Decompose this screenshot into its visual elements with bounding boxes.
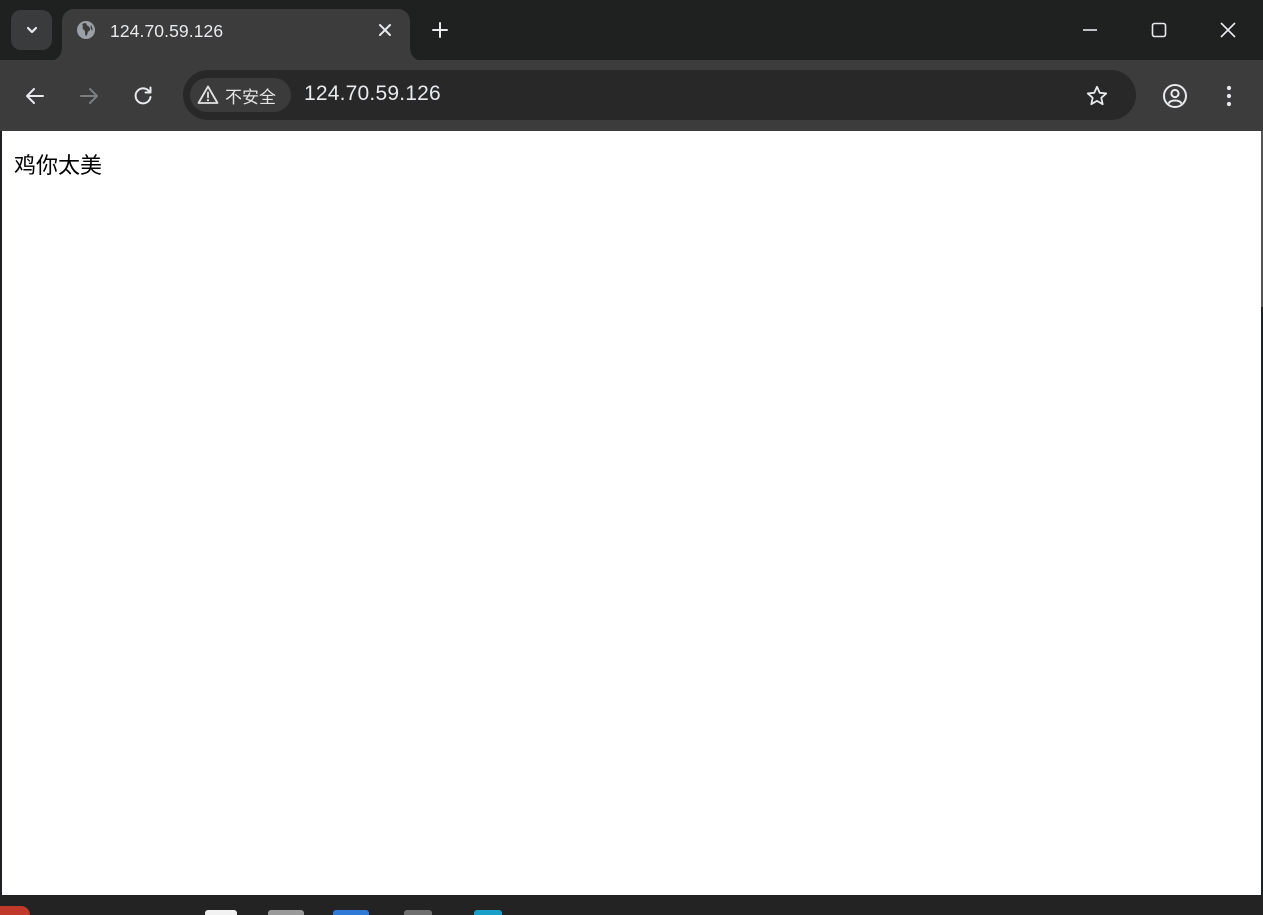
browser-window: 124.70.59.126 不安全 124.70.59.126 鸡你太美 xyxy=(0,0,1263,896)
page-body-text: 鸡你太美 xyxy=(14,154,103,179)
toolbar: 不安全 124.70.59.126 xyxy=(0,60,1263,131)
maximize-icon xyxy=(1151,22,1167,38)
taskbar-app-icon[interactable] xyxy=(404,910,432,915)
arrow-right-icon xyxy=(80,88,98,104)
minimize-icon xyxy=(1083,29,1097,31)
active-tab[interactable]: 124.70.59.126 xyxy=(50,9,422,61)
security-label: 不安全 xyxy=(225,87,276,108)
plus-icon xyxy=(432,22,448,38)
window-close-button[interactable] xyxy=(1200,10,1256,50)
arrow-left-icon xyxy=(26,88,44,104)
kebab-menu-icon xyxy=(1226,85,1232,107)
bookmark-button[interactable] xyxy=(1083,82,1111,110)
url-text[interactable]: 124.70.59.126 xyxy=(304,82,441,106)
forward-button[interactable] xyxy=(72,79,106,113)
reload-button[interactable] xyxy=(126,79,160,113)
tab-close-button[interactable] xyxy=(374,19,396,41)
close-icon xyxy=(379,24,391,36)
profile-icon xyxy=(1163,84,1187,108)
taskbar-app-icon[interactable] xyxy=(268,910,304,915)
close-icon xyxy=(1220,22,1236,38)
minimize-button[interactable] xyxy=(1062,10,1118,50)
taskbar-app-icon[interactable] xyxy=(474,910,502,915)
back-button[interactable] xyxy=(18,79,52,113)
tab-strip: 124.70.59.126 xyxy=(0,0,1263,61)
globe-icon xyxy=(77,21,95,39)
taskbar-app-icon[interactable] xyxy=(333,910,369,915)
chevron-down-icon xyxy=(26,26,37,34)
new-tab-button[interactable] xyxy=(426,16,454,44)
address-bar[interactable]: 不安全 124.70.59.126 xyxy=(183,70,1136,120)
reload-icon xyxy=(134,86,152,105)
security-indicator[interactable]: 不安全 xyxy=(190,78,291,112)
taskbar-app-icon[interactable] xyxy=(0,906,30,915)
tab-title: 124.70.59.126 xyxy=(110,21,224,41)
taskbar-app-icon[interactable] xyxy=(205,910,237,915)
taskbar xyxy=(0,896,1263,915)
tab-search-button[interactable] xyxy=(11,10,52,50)
star-icon xyxy=(1086,85,1108,106)
browser-menu-button[interactable] xyxy=(1212,79,1246,113)
profile-button[interactable] xyxy=(1158,79,1192,113)
warning-triangle-icon xyxy=(197,84,219,106)
page-content: 鸡你太美 xyxy=(2,131,1261,895)
maximize-button[interactable] xyxy=(1131,10,1187,50)
